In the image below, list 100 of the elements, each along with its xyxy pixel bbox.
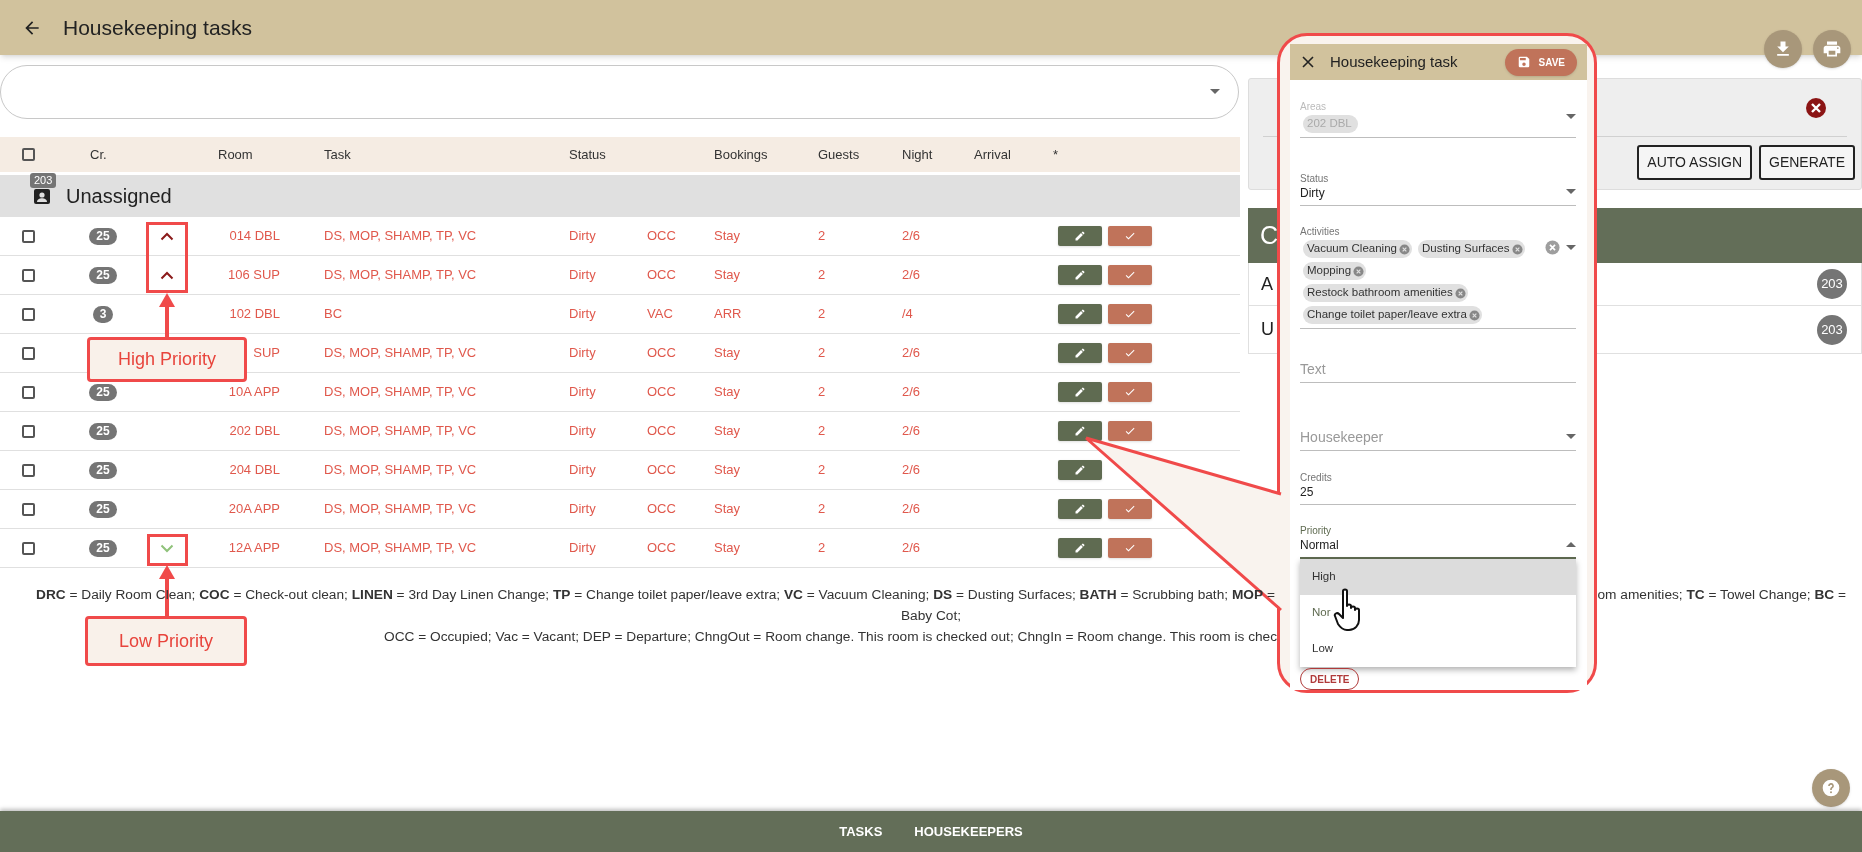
edit-button[interactable] xyxy=(1058,382,1102,402)
edit-button[interactable] xyxy=(1058,460,1102,480)
checkbox[interactable] xyxy=(22,502,35,516)
list-title: C xyxy=(1260,219,1279,251)
night-cell: /4 xyxy=(902,306,913,322)
clear-icon[interactable] xyxy=(1545,240,1560,255)
column-header: Bookings xyxy=(714,146,768,162)
credit-badge: 25 xyxy=(89,422,117,440)
night-cell: 2/6 xyxy=(902,267,921,283)
activity-tag[interactable]: Dusting Surfaces xyxy=(1417,240,1525,258)
help-icon xyxy=(1821,778,1841,798)
credit-badge: 25 xyxy=(89,539,117,557)
occupancy-cell: OCC xyxy=(647,501,676,517)
pencil-icon xyxy=(1074,425,1086,437)
edit-button[interactable] xyxy=(1058,538,1102,558)
print-icon xyxy=(1822,39,1842,59)
activity-tag[interactable]: Mopping xyxy=(1303,262,1367,280)
activity-tag[interactable]: Vacuum Cleaning xyxy=(1303,240,1412,258)
count-badge: 203 xyxy=(1817,314,1847,345)
caret-icon xyxy=(1566,244,1576,251)
guests-cell: 2 xyxy=(818,384,826,400)
help-button[interactable] xyxy=(1812,769,1850,807)
checkbox[interactable] xyxy=(22,385,35,399)
column-header: Task xyxy=(324,146,351,162)
room-cell-text: 10A APP xyxy=(227,383,280,402)
select-field[interactable]: Status Dirty xyxy=(1300,170,1576,206)
guests-cell: 2 xyxy=(818,501,826,517)
caret-icon xyxy=(1210,89,1220,95)
highlight-frame xyxy=(147,534,188,566)
column-header: * xyxy=(1053,146,1059,162)
status-cell: Dirty xyxy=(569,306,596,322)
credit-badge: 25 xyxy=(89,461,117,479)
room-cell-text: 20A APP xyxy=(227,500,280,519)
save-button[interactable]: SAVE xyxy=(1504,48,1577,76)
activity-tag[interactable]: Restock bathroom amenities xyxy=(1303,284,1468,302)
remove-icon[interactable] xyxy=(1454,287,1466,299)
edit-button[interactable] xyxy=(1058,343,1102,363)
legend-text: Baby Cot; xyxy=(900,607,962,625)
occupancy-cell: VAC xyxy=(647,306,673,322)
booking-cell: Stay xyxy=(714,423,740,439)
guests-cell: 2 xyxy=(818,423,826,439)
check-icon xyxy=(1124,542,1136,554)
menu-option[interactable]: High xyxy=(1300,559,1576,595)
count-badge: 203 xyxy=(1817,269,1847,299)
edit-button[interactable] xyxy=(1058,499,1102,519)
task-cell: DS, MOP, SHAMP, TP, VC xyxy=(324,267,477,283)
check-icon xyxy=(1124,230,1136,242)
occupancy-cell: OCC xyxy=(647,345,676,361)
task-cell: DS, MOP, SHAMP, TP, VC xyxy=(324,345,477,361)
input-field[interactable]: Activities Vacuum Cleaning Dusting Surfaces Mopping Restock bathroom amenities Change toilet paper/leave extra xyxy=(1300,224,1576,329)
remove-icon[interactable] xyxy=(1398,243,1410,255)
activity-tag[interactable]: Change toilet paper/leave extra xyxy=(1303,306,1482,324)
task-cell: DS, MOP, SHAMP, TP, VC xyxy=(324,501,477,517)
nav-link[interactable]: HOUSEKEEPERS xyxy=(914,821,1023,842)
occupancy-cell: OCC xyxy=(647,462,676,478)
nav-link[interactable]: TASKS xyxy=(839,821,883,842)
save-icon xyxy=(1516,55,1531,69)
download-button[interactable] xyxy=(1764,30,1802,68)
action-button[interactable]: GENERATE xyxy=(1759,145,1855,180)
checkbox[interactable] xyxy=(22,463,35,477)
remove-icon[interactable] xyxy=(1511,243,1523,255)
occupancy-cell: OCC xyxy=(647,423,676,439)
task-cell: DS, MOP, SHAMP, TP, VC xyxy=(324,423,477,439)
pencil-icon xyxy=(1074,464,1086,476)
edit-button[interactable] xyxy=(1058,421,1102,441)
status-cell: Dirty xyxy=(569,384,596,400)
edit-button[interactable] xyxy=(1058,226,1102,246)
checkbox[interactable] xyxy=(22,229,35,243)
remove-icon[interactable] xyxy=(1353,265,1365,277)
check-icon xyxy=(1124,269,1136,281)
menu-option[interactable]: Low xyxy=(1300,631,1576,667)
checkbox[interactable] xyxy=(22,307,35,321)
pencil-icon xyxy=(1074,308,1086,320)
action-button[interactable]: AUTO ASSIGN xyxy=(1637,145,1752,180)
contact-card-icon xyxy=(33,187,51,205)
close-icon[interactable] xyxy=(1805,96,1827,119)
legend-text: om amenities; TC = Towel Change; BC = xyxy=(1597,586,1846,604)
booking-cell: Stay xyxy=(714,501,740,517)
edit-button[interactable] xyxy=(1058,304,1102,324)
print-button[interactable] xyxy=(1813,30,1851,68)
column-header: Cr. xyxy=(90,146,107,162)
remove-icon[interactable] xyxy=(1468,309,1480,321)
column-header: Night xyxy=(902,146,933,162)
checkbox[interactable] xyxy=(22,268,35,282)
occupancy-cell: OCC xyxy=(647,267,676,283)
guests-cell: 2 xyxy=(818,345,826,361)
page-title: Housekeeping tasks xyxy=(63,14,253,41)
task-cell: DS, MOP, SHAMP, TP, VC xyxy=(324,384,477,400)
menu-option[interactable]: Nor xyxy=(1300,595,1576,631)
edit-button[interactable] xyxy=(1058,265,1102,285)
checkbox[interactable] xyxy=(22,346,35,360)
room-cell-text: 014 DBL xyxy=(228,227,280,246)
close-button[interactable] xyxy=(1300,54,1316,70)
room-cell-text: 202 DBL xyxy=(228,422,280,441)
checkbox[interactable] xyxy=(22,148,35,161)
checkbox[interactable] xyxy=(22,424,35,438)
booking-cell: Stay xyxy=(714,267,740,283)
night-cell: 2/6 xyxy=(902,345,921,361)
input-field[interactable]: Credits 25 xyxy=(1300,468,1576,505)
checkbox[interactable] xyxy=(22,541,35,555)
